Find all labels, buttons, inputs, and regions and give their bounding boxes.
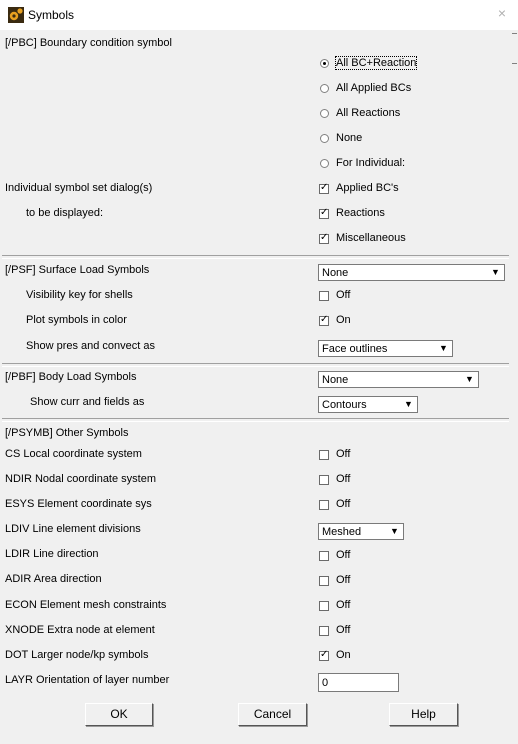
xnode-label: XNODE Extra node at element bbox=[5, 624, 155, 636]
chevron-down-icon: ▼ bbox=[491, 267, 500, 277]
miscellaneous-checkbox[interactable]: ✓ bbox=[319, 232, 329, 244]
esys-checkbox[interactable] bbox=[319, 500, 329, 510]
pbf-header: [/PBF] Body Load Symbols bbox=[5, 371, 137, 383]
dot-checkbox[interactable]: ✓ bbox=[319, 649, 329, 661]
plot-color-checkbox[interactable]: ✓ bbox=[319, 314, 329, 326]
visibility-key-check-label[interactable]: Off bbox=[336, 289, 350, 301]
chevron-down-icon: ▼ bbox=[390, 526, 399, 536]
radio-all-reactions[interactable] bbox=[320, 109, 329, 118]
xnode-checkbox[interactable] bbox=[319, 626, 329, 636]
scroll-mark-bottom bbox=[512, 63, 517, 64]
ldir-label: LDIR Line direction bbox=[5, 548, 99, 560]
show-curr-dropdown-value: Contours bbox=[322, 399, 367, 411]
esys-check-label[interactable]: Off bbox=[336, 498, 350, 510]
layr-input[interactable] bbox=[319, 674, 395, 691]
reactions-label[interactable]: Reactions bbox=[336, 207, 385, 219]
check-icon: ✓ bbox=[320, 232, 329, 243]
radio-none[interactable] bbox=[320, 134, 329, 143]
dot-check-label[interactable]: On bbox=[336, 649, 351, 661]
dot-label: DOT Larger node/kp symbols bbox=[5, 649, 149, 661]
plot-color-check-label[interactable]: On bbox=[336, 314, 351, 326]
radio-all-applied-bcs-label[interactable]: All Applied BCs bbox=[336, 82, 411, 94]
title-bar: Symbols × bbox=[0, 0, 518, 30]
radio-none-label[interactable]: None bbox=[336, 132, 362, 144]
econ-check-label[interactable]: Off bbox=[336, 599, 350, 611]
cs-check-label[interactable]: Off bbox=[336, 448, 350, 460]
separator bbox=[2, 363, 509, 367]
visibility-key-label: Visibility key for shells bbox=[26, 289, 133, 301]
applied-bcs-label[interactable]: Applied BC's bbox=[336, 182, 399, 194]
scrollbar[interactable] bbox=[510, 30, 518, 744]
psf-dropdown[interactable]: None ▼ bbox=[318, 264, 505, 281]
show-pres-dropdown-value: Face outlines bbox=[322, 343, 388, 355]
adir-checkbox[interactable] bbox=[319, 576, 329, 586]
psymb-header: [/PSYMB] Other Symbols bbox=[5, 427, 129, 439]
applied-bcs-checkbox[interactable]: ✓ bbox=[319, 182, 329, 194]
miscellaneous-label[interactable]: Miscellaneous bbox=[336, 232, 406, 244]
ndir-label: NDIR Nodal coordinate system bbox=[5, 473, 157, 485]
radio-all-applied-bcs[interactable] bbox=[320, 84, 329, 93]
window-title: Symbols bbox=[28, 8, 75, 22]
show-pres-label: Show pres and convect as bbox=[26, 340, 156, 352]
separator bbox=[2, 255, 509, 259]
radio-for-individual-label[interactable]: For Individual: bbox=[336, 157, 405, 169]
ndir-checkbox[interactable] bbox=[319, 475, 329, 485]
show-pres-dropdown[interactable]: Face outlines ▼ bbox=[318, 340, 453, 357]
chevron-down-icon: ▼ bbox=[439, 343, 448, 353]
ndir-check-label[interactable]: Off bbox=[336, 473, 350, 485]
ok-button[interactable]: OK bbox=[85, 703, 153, 726]
show-curr-label: Show curr and fields as bbox=[30, 396, 145, 408]
check-icon: ✓ bbox=[320, 314, 329, 325]
ldiv-dropdown-value: Meshed bbox=[322, 526, 362, 538]
close-icon[interactable]: × bbox=[498, 5, 506, 21]
ldiv-dropdown[interactable]: Meshed ▼ bbox=[318, 523, 404, 540]
individual-dialogs-label: Individual symbol set dialog(s) bbox=[5, 182, 153, 194]
pbc-header: [/PBC] Boundary condition symbol bbox=[5, 37, 172, 49]
layr-input-box[interactable] bbox=[318, 673, 399, 692]
separator bbox=[2, 418, 509, 422]
to-be-displayed-label: to be displayed: bbox=[26, 207, 104, 219]
check-icon: ✓ bbox=[320, 207, 329, 218]
radio-for-individual[interactable] bbox=[320, 159, 329, 168]
ldiv-label: LDIV Line element divisions bbox=[5, 523, 141, 535]
econ-label: ECON Element mesh constraints bbox=[5, 599, 167, 611]
radio-all-bc-reaction[interactable] bbox=[320, 59, 329, 68]
cancel-button[interactable]: Cancel bbox=[238, 703, 307, 726]
chevron-down-icon: ▼ bbox=[404, 399, 413, 409]
reactions-checkbox[interactable]: ✓ bbox=[319, 207, 329, 219]
psf-dropdown-value: None bbox=[322, 267, 349, 279]
scroll-mark-top bbox=[512, 33, 517, 34]
adir-label: ADIR Area direction bbox=[5, 573, 102, 585]
esys-label: ESYS Element coordinate sys bbox=[5, 498, 152, 510]
psf-header: [/PSF] Surface Load Symbols bbox=[5, 264, 150, 276]
check-icon: ✓ bbox=[320, 649, 329, 660]
check-icon: ✓ bbox=[320, 182, 329, 193]
visibility-key-checkbox[interactable] bbox=[319, 291, 329, 301]
ldir-check-label[interactable]: Off bbox=[336, 549, 350, 561]
plot-color-label: Plot symbols in color bbox=[26, 314, 127, 326]
adir-check-label[interactable]: Off bbox=[336, 574, 350, 586]
econ-checkbox[interactable] bbox=[319, 601, 329, 611]
cs-label: CS Local coordinate system bbox=[5, 448, 142, 460]
ldir-checkbox[interactable] bbox=[319, 551, 329, 561]
layr-label: LAYR Orientation of layer number bbox=[5, 674, 170, 686]
radio-all-bc-reaction-label[interactable]: All BC+Reaction bbox=[334, 56, 418, 70]
show-curr-dropdown[interactable]: Contours ▼ bbox=[318, 396, 418, 413]
pbf-dropdown[interactable]: None ▼ bbox=[318, 371, 479, 388]
help-button[interactable]: Help bbox=[389, 703, 458, 726]
cs-checkbox[interactable] bbox=[319, 450, 329, 460]
app-icon bbox=[8, 7, 24, 23]
xnode-check-label[interactable]: Off bbox=[336, 624, 350, 636]
chevron-down-icon: ▼ bbox=[465, 374, 474, 384]
pbf-dropdown-value: None bbox=[322, 374, 349, 386]
radio-all-reactions-label[interactable]: All Reactions bbox=[336, 107, 400, 119]
